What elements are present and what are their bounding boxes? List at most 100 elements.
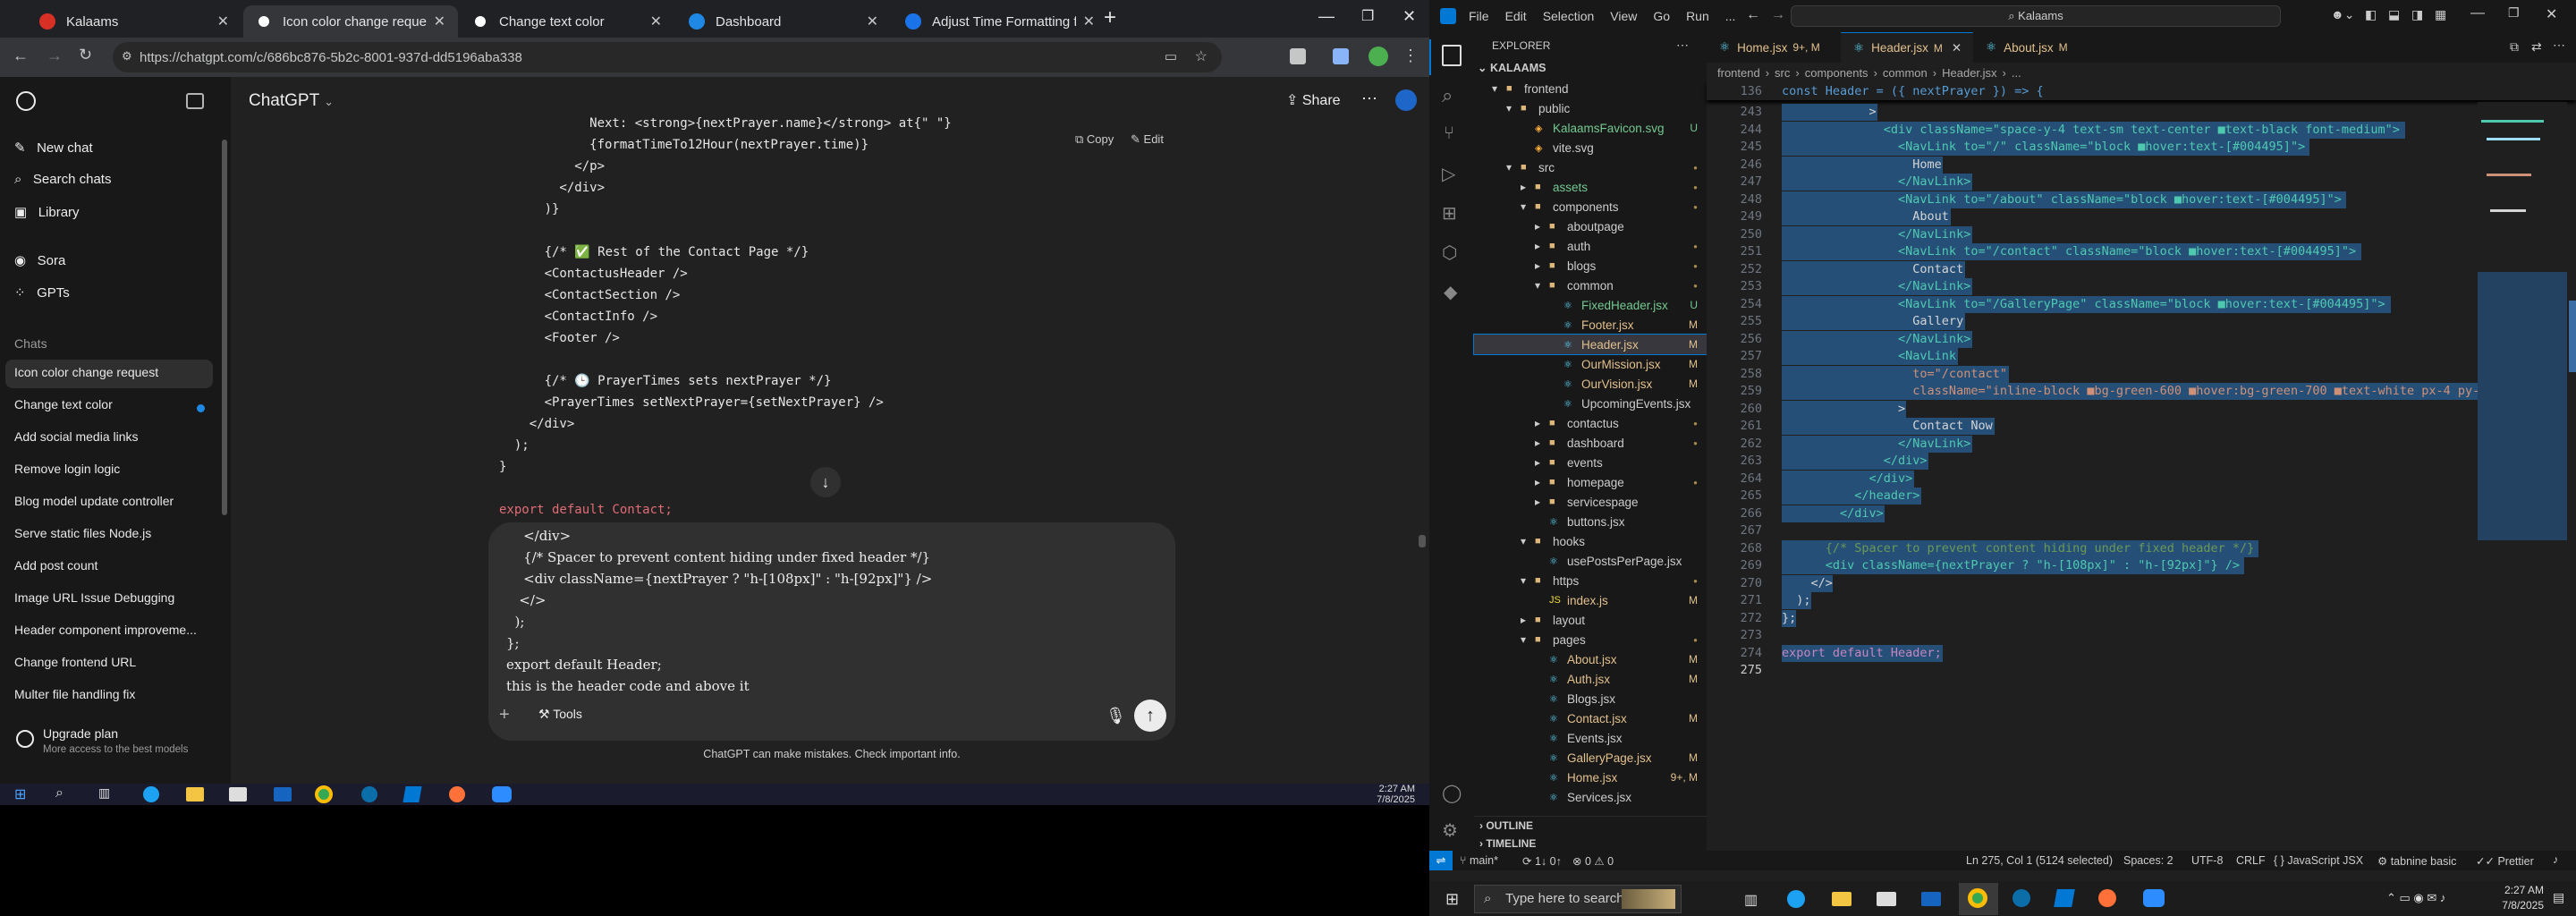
timeline-section[interactable]: › TIMELINE (1479, 837, 1536, 850)
edge-icon[interactable] (1787, 890, 1805, 908)
chat-item[interactable]: Remove login logic (14, 462, 120, 476)
eol-status[interactable]: CRLF (2236, 854, 2266, 867)
search-icon[interactable]: ⌕ (1442, 84, 1453, 107)
scroll-down-button[interactable]: ↓ (810, 467, 841, 497)
reload-icon[interactable]: ↻ (79, 46, 92, 64)
extensions-icon[interactable]: ⊞ (1442, 202, 1457, 225)
tree-item-pages[interactable]: ▾ ■ pages ● (1474, 630, 1707, 649)
menu-item[interactable]: Go (1653, 9, 1670, 23)
menu-item[interactable]: Run (1686, 9, 1709, 23)
breadcrumb-item[interactable]: common (1883, 66, 1928, 80)
profile-avatar[interactable] (1368, 47, 1388, 66)
zoom-icon[interactable] (492, 786, 512, 802)
split-editor-icon[interactable]: ⧉ (2510, 39, 2519, 55)
library-button[interactable]: ▣ Library (14, 204, 80, 220)
source-control-icon[interactable]: ⑂ (1444, 123, 1454, 144)
windows-start-icon[interactable]: ⊞ (14, 785, 26, 803)
cursor-position[interactable]: Ln 275, Col 1 (5124 selected) (1966, 854, 2113, 867)
editor-scrollbar[interactable] (2569, 301, 2576, 372)
problems-status[interactable]: ⊗ 0 ⚠ 0 (1572, 854, 1614, 868)
taskbar-search-box[interactable]: ⌕ Type here to search (1474, 885, 1682, 913)
tree-item-src[interactable]: ▾ ■ src ● (1474, 157, 1707, 177)
chrome-tab-dashboard[interactable]: Dashboard ✕ (676, 5, 891, 38)
tree-item-components[interactable]: ▾ ■ components ● (1474, 197, 1707, 216)
open-changes-icon[interactable]: ⇄ (2531, 39, 2542, 55)
install-icon[interactable]: ▭ (1165, 48, 1177, 64)
layout-secondary-icon[interactable]: ◨ (2411, 7, 2423, 22)
manage-gear-icon[interactable]: ⚙ (1442, 819, 1458, 842)
menu-icon[interactable]: ⋮ (1402, 47, 1419, 65)
run-debug-icon[interactable]: ▷ (1442, 163, 1455, 185)
tree-item-buttons-jsx[interactable]: ⚛ buttons.jsx (1474, 512, 1707, 531)
chrome-tab-change-text[interactable]: Change text color ✕ (460, 5, 674, 38)
tree-item-hooks[interactable]: ▾ ■ hooks (1474, 531, 1707, 551)
breadcrumb-item[interactable]: Header.jsx (1942, 66, 1996, 80)
store-icon[interactable] (1877, 892, 1896, 906)
zoom-icon[interactable] (2143, 889, 2165, 907)
breadcrumb-item[interactable]: src (1775, 66, 1790, 80)
mail-icon[interactable] (1921, 892, 1941, 906)
toggle-sidebar-icon[interactable] (186, 93, 204, 109)
copy-code-button[interactable]: ⧉ Copy (1075, 132, 1114, 147)
tree-item-about-jsx[interactable]: ⚛ About.jsx M (1474, 649, 1707, 669)
tree-item-header-jsx[interactable]: ⚛ Header.jsx M (1473, 334, 1707, 355)
windows-start-icon[interactable]: ⊞ (1445, 890, 1459, 909)
edge-icon[interactable] (143, 786, 159, 802)
layout-panel-icon[interactable]: ⬓ (2388, 7, 2400, 22)
tree-item-auth-jsx[interactable]: ⚛ Auth.jsx M (1474, 669, 1707, 689)
minimize-icon[interactable]: — (1318, 7, 1335, 26)
tree-item-blogs[interactable]: ▸ ■ blogs ● (1474, 256, 1707, 276)
accounts-icon[interactable]: ◯ (1442, 782, 1462, 804)
remote-indicator-icon[interactable]: ⇌ (1429, 851, 1453, 870)
tree-item-kalaamsfavicon-svg[interactable]: ◈ KalaamsFavicon.svg U (1474, 118, 1707, 138)
close-window-icon[interactable]: ✕ (2546, 5, 2557, 23)
share-button[interactable]: ⇪ Share (1286, 91, 1341, 109)
forward-icon[interactable]: → (47, 47, 63, 65)
tree-item-gallerypage-jsx[interactable]: ⚛ GalleryPage.jsx M (1474, 748, 1707, 768)
tree-item-aboutpage[interactable]: ▸ ■ aboutpage (1474, 216, 1707, 236)
model-selector[interactable]: ChatGPT ⌄ (249, 91, 334, 111)
minimap[interactable] (2478, 102, 2567, 544)
editor-more-icon[interactable]: ⋯ (2553, 38, 2565, 53)
tree-item-contact-jsx[interactable]: ⚛ Contact.jsx M (1474, 708, 1707, 728)
chrome-tab-icon-color[interactable]: Icon color change request ✕ (243, 5, 458, 38)
tree-item-usepostsperpage-jsx[interactable]: ⚛ usePostsPerPage.jsx (1474, 551, 1707, 571)
bookmark-star-icon[interactable]: ☆ (1195, 47, 1208, 65)
upgrade-title[interactable]: Upgrade plan (43, 726, 118, 741)
send-button[interactable]: ↑ (1134, 700, 1166, 732)
remote-explorer-icon[interactable]: ⬡ (1442, 242, 1457, 264)
notification-center-icon[interactable]: ▤ (2553, 890, 2564, 905)
site-info-icon[interactable]: ⚙ (122, 49, 132, 64)
menu-item[interactable]: View (1610, 9, 1637, 23)
tools-button[interactable]: ⚒ Tools (538, 707, 582, 722)
explorer-more-icon[interactable]: ⋯ (1676, 38, 1689, 53)
system-tray-icons[interactable]: ⌃ ▭ ◉ ✉ ♪ (2386, 891, 2445, 905)
chat-item[interactable]: Image URL Issue Debugging (14, 590, 174, 605)
mail-icon[interactable] (274, 787, 292, 802)
customize-layout-icon[interactable]: ▦ (2435, 7, 2446, 22)
chat-item[interactable]: Blog model update controller (14, 494, 174, 508)
edit-code-button[interactable]: ✎ Edit (1131, 132, 1164, 147)
tree-item-layout[interactable]: ▸ ■ layout (1474, 610, 1707, 630)
vscode-icon[interactable] (402, 786, 422, 802)
address-bar[interactable]: ⚙ https://chatgpt.com/c/686bc876-5b2c-80… (113, 42, 1222, 72)
microphone-icon[interactable]: 🎙 (1106, 707, 1126, 725)
tree-item-servicespage[interactable]: ▸ ■ servicespage (1474, 492, 1707, 512)
tab-home-jsx[interactable]: ⚛ Home.jsx 9+, M (1707, 32, 1841, 63)
tabnine-status[interactable]: ⚙ tabnine basic (2377, 854, 2456, 868)
sticky-scroll[interactable]: 136 const Header = ({ nextPrayer }) => { (1707, 82, 2576, 100)
branch-status[interactable]: ⑂ main* (1460, 854, 1498, 867)
tree-item-common[interactable]: ▾ ■ common ● (1474, 276, 1707, 295)
add-attachment-icon[interactable]: + (499, 705, 510, 725)
tree-item-ourmission-jsx[interactable]: ⚛ OurMission.jsx M (1474, 354, 1707, 374)
chrome-icon[interactable] (1968, 888, 1987, 908)
user-avatar[interactable] (1395, 89, 1417, 111)
tree-item-upcomingevents-jsx[interactable]: ⚛ UpcomingEvents.jsx (1474, 394, 1707, 413)
extension-icon[interactable] (1290, 48, 1306, 64)
new-tab-button[interactable]: + (1104, 5, 1116, 30)
back-icon[interactable]: ← (1746, 7, 1760, 23)
store-icon[interactable] (229, 787, 247, 802)
menu-item[interactable]: Edit (1505, 9, 1527, 23)
tree-item-fixedheader-jsx[interactable]: ⚛ FixedHeader.jsx U (1474, 295, 1707, 315)
tree-item-contactus[interactable]: ▸ ■ contactus ● (1474, 413, 1707, 433)
